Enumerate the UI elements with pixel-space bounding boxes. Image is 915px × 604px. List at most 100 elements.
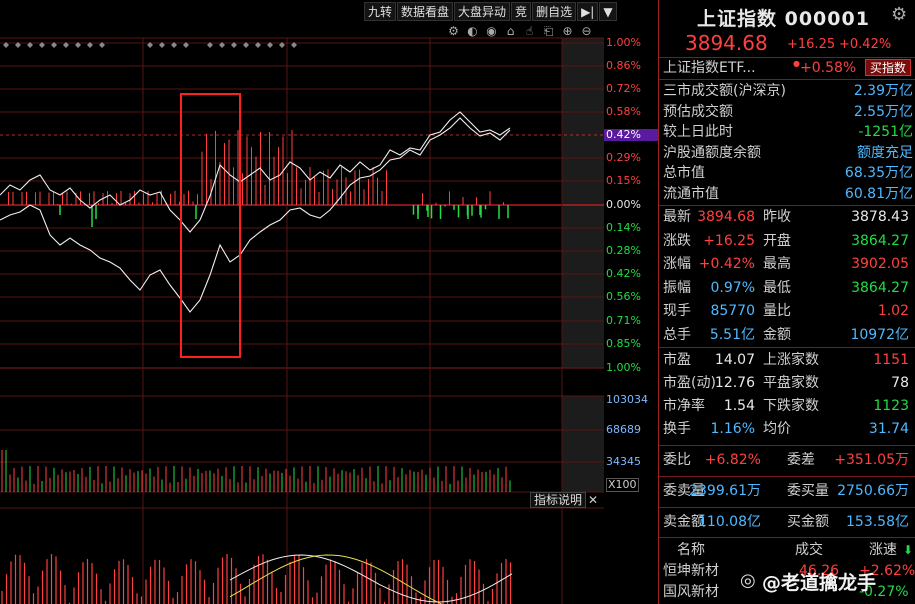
dot-icon: ●	[793, 59, 800, 68]
stat-value: 60.81万亿	[844, 185, 913, 202]
etf-row[interactable]: 上证指数ETF... ● +0.58% 买指数	[663, 58, 913, 78]
market-alert-button[interactable]: 大盘异动	[454, 2, 511, 21]
pct-tick-label: 0.86%	[606, 59, 641, 72]
pct-tick-label: 1.00%	[606, 36, 641, 49]
divider	[659, 347, 915, 348]
list-item-name[interactable]: 国风新材	[663, 582, 719, 602]
pct-tick-label: 0.15%	[606, 174, 641, 187]
quote-label: 开盘	[763, 232, 791, 249]
stat-label: 三市成交额(沪深京)	[663, 83, 786, 99]
quote-label: 上涨家数	[763, 352, 819, 368]
stat-row: 三市成交额(沪深京) 2.39万亿	[663, 81, 913, 101]
list-item-name[interactable]: 恒坤新材	[663, 561, 719, 581]
sort-desc-icon[interactable]: ⬇	[903, 540, 913, 560]
close-icon[interactable]: ✕	[588, 492, 598, 508]
pct-tick-label: 0.72%	[606, 82, 641, 95]
stat-label: 较上日此时	[663, 124, 733, 140]
chart-canvas[interactable]	[0, 0, 604, 604]
quote-value: 3878.43	[851, 209, 909, 225]
quote-label: 最低	[763, 279, 791, 296]
data-board-button[interactable]: 数据看盘	[397, 2, 454, 21]
stat-row: 总市值 68.35万亿	[663, 163, 913, 183]
quote-value: 153.58亿	[846, 514, 909, 530]
quote-value: +6.82%	[704, 452, 761, 468]
quote-value: 10972亿	[850, 326, 909, 343]
bag-icon[interactable]: ⌂	[503, 24, 518, 39]
quote-label: 换手	[663, 421, 691, 437]
quote-value: 1.16%	[710, 421, 755, 437]
nav-end-icon[interactable]: ▶|	[577, 2, 599, 21]
chart-toolbar: 九转 数据看盘 大盘异动 竞 删自选 ▶| ▼	[364, 2, 618, 21]
buy-index-button[interactable]: 买指数	[864, 59, 911, 76]
volume-tick-label: 68689	[606, 423, 641, 436]
stat-row: 较上日此时 -1251亿	[663, 122, 913, 142]
price-line	[0, 111, 511, 233]
zoom-in-icon[interactable]: ⊕	[560, 24, 575, 39]
quote-value: 5.51亿	[709, 326, 755, 343]
pct-tick-label: 0.56%	[606, 290, 641, 303]
quote-label: 平盘家数	[763, 375, 819, 391]
stat-label: 总市值	[663, 165, 705, 181]
divider	[659, 507, 915, 508]
quote-label: 涨幅	[663, 256, 691, 272]
stat-row: 流通市值 60.81万亿	[663, 184, 913, 204]
auction-button[interactable]: 竞	[511, 2, 532, 21]
quote-label: 市盈	[663, 352, 691, 368]
intraday-chart-panel[interactable]: 九转 数据看盘 大盘异动 竞 删自选 ▶| ▼ ⚙ ◐ ◉ ⌂ ☝ ⎗ ⊕ ⊖ …	[0, 0, 658, 604]
quote-label: 量比	[763, 303, 791, 319]
stat-label: 预估成交额	[663, 103, 733, 120]
quote-label: 振幅	[663, 279, 691, 296]
jiuzhuan-button[interactable]: 九转	[364, 2, 397, 21]
quote-label: 买金额	[787, 514, 829, 530]
quote-value: 1.54	[723, 398, 755, 414]
avg-price-line	[0, 117, 511, 313]
stat-row: 沪股通额度余额 额度充足	[663, 143, 913, 163]
stat-label: 沪股通额度余额	[663, 144, 761, 161]
list-header-speed: 涨速	[869, 542, 897, 558]
settings-icon[interactable]: ⚙	[446, 24, 461, 39]
stat-value: 2.39万亿	[853, 83, 913, 99]
chart-right-strip	[562, 38, 604, 368]
quote-value: 14.07	[714, 352, 755, 368]
hand-icon[interactable]: ☝	[522, 24, 537, 39]
index-title: 上证指数 000001	[697, 8, 870, 30]
pct-tick-label: 0.71%	[606, 314, 641, 327]
chart-iconbar: ⚙ ◐ ◉ ⌂ ☝ ⎗ ⊕ ⊖	[446, 24, 594, 39]
divider	[659, 205, 915, 206]
quote-value: 1151	[873, 352, 909, 368]
quote-label: 金额	[763, 326, 791, 343]
eye-icon[interactable]: ◉	[484, 24, 499, 39]
copy-icon[interactable]: ⎗	[541, 24, 556, 39]
pct-tick-label: 0.14%	[606, 221, 641, 234]
quote-label: 市净率	[663, 398, 705, 414]
gear-icon[interactable]: ⚙	[891, 4, 907, 25]
list-header-name: 名称	[677, 542, 705, 558]
remove-watchlist-button[interactable]: 删自选	[532, 2, 577, 21]
watermark: @老道擒龙手	[762, 572, 877, 594]
weibo-icon: ◎	[740, 570, 756, 591]
quote-value: 31.74	[868, 421, 909, 437]
quote-value: 1123	[873, 398, 909, 414]
quote-value: +0.42%	[698, 256, 755, 272]
etf-name[interactable]: 上证指数ETF...	[663, 58, 756, 78]
stat-value: 68.35万亿	[844, 165, 913, 181]
quote-value: 78	[891, 375, 909, 391]
quote-label: 现手	[663, 303, 691, 319]
stat-value: 2.55万亿	[853, 103, 913, 120]
volume-tick-label: 103034	[606, 393, 648, 406]
zoom-out-icon[interactable]: ⊖	[579, 24, 594, 39]
quote-label: 均价	[763, 421, 791, 437]
quote-value: 110.08亿	[698, 514, 761, 530]
divider	[659, 476, 915, 477]
divider	[659, 537, 915, 538]
contrast-icon[interactable]: ◐	[465, 24, 480, 39]
price-change-pct: +0.42%	[839, 37, 892, 52]
indicator-help-button[interactable]: 指标说明	[530, 492, 587, 508]
dropdown-icon[interactable]: ▼	[599, 2, 617, 21]
quote-label: 最高	[763, 256, 791, 272]
highlight-box	[180, 93, 241, 358]
quote-label: 涨跌	[663, 232, 691, 249]
quote-value: 3902.05	[851, 256, 909, 272]
price-change: +16.25	[787, 37, 836, 52]
divider	[659, 79, 915, 80]
